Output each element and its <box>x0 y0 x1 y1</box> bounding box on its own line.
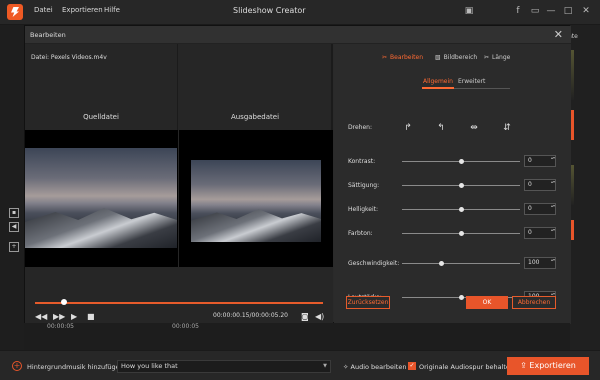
menu-hilfe[interactable]: Hilfe <box>104 6 120 14</box>
keep-audio-label: Originale Audiospur behalten <box>419 363 515 371</box>
subtab-erweitert[interactable]: Erweitert <box>458 78 485 85</box>
facebook-icon[interactable]: f <box>512 5 524 17</box>
music-label: Hintergrundmusik hinzufügen: <box>27 363 126 371</box>
value-stepper[interactable]: 0 <box>524 203 556 215</box>
slider-label: Helligkeit: <box>348 206 379 213</box>
slider-knob[interactable] <box>459 231 464 236</box>
slider-label: Farbton: <box>348 230 373 237</box>
output-video <box>179 130 333 267</box>
cart-icon[interactable]: ▣ <box>463 5 475 17</box>
menu-datei[interactable]: Datei <box>34 6 53 14</box>
play-icon[interactable]: ▶ <box>71 312 77 321</box>
settings-pane: ✂ Bearbeiten ▧ Bildbereich ✂ Länge Allgemei… <box>334 44 571 324</box>
minimize-icon[interactable]: — <box>545 5 557 17</box>
tab-laenge[interactable]: ✂ Länge <box>484 54 510 61</box>
audio-edit-icon: ✧ <box>343 363 351 371</box>
back-icon[interactable]: ◀ <box>9 222 19 232</box>
app-title: Slideshow Creator <box>233 6 306 15</box>
reset-button[interactable]: Zurücksetzen <box>346 296 390 309</box>
app-logo-icon <box>7 4 23 20</box>
slider-knob[interactable] <box>459 159 464 164</box>
slider-knob[interactable] <box>459 295 464 300</box>
file-name: Datei: Pexels Videos.m4v <box>31 54 107 61</box>
value-stepper[interactable]: 0 <box>524 155 556 167</box>
value-stepper[interactable]: 100 <box>524 257 556 269</box>
value-stepper[interactable]: 0 <box>524 227 556 239</box>
source-video <box>25 130 178 267</box>
adjust-slider[interactable] <box>402 207 520 212</box>
rewind-icon[interactable]: ◀◀ <box>35 312 47 321</box>
value-stepper[interactable]: 0 <box>524 179 556 191</box>
source-label: Quelldatei <box>83 113 119 121</box>
slider-label: Sättigung: <box>348 182 380 189</box>
lock-icon[interactable]: ▪ <box>9 208 19 218</box>
snapshot-icon[interactable]: ◙ <box>301 312 309 321</box>
left-toolbar: ▪ ◀ + <box>0 25 24 350</box>
crop-icon: ✂ <box>382 54 388 61</box>
adjust-slider[interactable] <box>402 231 520 236</box>
cancel-button[interactable]: Abbrechen <box>512 296 556 309</box>
slider-label: Geschwindigkeit: <box>348 260 400 267</box>
length-icon: ✂ <box>484 54 490 61</box>
fast-forward-icon[interactable]: ▶▶ <box>53 312 65 321</box>
adjust-slider[interactable] <box>402 261 520 266</box>
output-header: Ausgabedatei <box>179 44 332 140</box>
output-frame <box>191 160 321 242</box>
title-bar: Datei Exportieren Hilfe Slideshow Creato… <box>0 0 600 25</box>
export-button[interactable]: ⇪ Exportieren <box>507 357 589 375</box>
flip-vertical-icon[interactable]: ⇵ <box>501 122 513 134</box>
add-music-icon[interactable]: + <box>12 361 22 371</box>
flip-horizontal-icon[interactable]: ⇹ <box>468 122 480 134</box>
adjust-slider[interactable] <box>402 159 520 164</box>
rotate-right-icon[interactable]: ↱ <box>402 122 414 134</box>
rotate-left-icon[interactable]: ↰ <box>435 122 447 134</box>
time-display: 00:00:00.15/00:00:05.20 <box>213 312 288 319</box>
playback-progress[interactable] <box>35 302 323 304</box>
music-value: How you like that <box>121 362 178 370</box>
dialog-title: Bearbeiten <box>30 31 66 39</box>
timeline-time: 00:00:05 <box>172 323 199 330</box>
music-select[interactable]: How you like that ▼ <box>117 360 331 373</box>
dialog-header: Bearbeiten ✕ <box>25 26 571 44</box>
subtab-allgemein[interactable]: Allgemein <box>423 78 453 85</box>
timeline-time: 00:00:05 <box>47 323 74 330</box>
maximize-icon[interactable]: □ <box>562 5 574 17</box>
stop-icon[interactable]: ■ <box>87 312 95 321</box>
keep-audio-checkbox[interactable]: ✓ <box>408 362 416 370</box>
slider-label: Kontrast: <box>348 158 376 165</box>
slider-knob[interactable] <box>459 207 464 212</box>
slider-knob[interactable] <box>459 183 464 188</box>
tab-bearbeiten[interactable]: ✂ Bearbeiten <box>382 54 423 61</box>
slider-knob[interactable] <box>438 261 444 266</box>
add-folder-icon[interactable]: + <box>9 242 19 252</box>
ok-button[interactable]: OK <box>466 296 508 309</box>
close-icon[interactable]: ✕ <box>554 28 563 41</box>
feedback-icon[interactable]: ▭ <box>529 5 541 17</box>
edit-dialog: Bearbeiten ✕ Quelldatei Ausgabedatei Dat… <box>24 25 571 324</box>
rotate-label: Drehen: <box>348 124 372 131</box>
menu-exportieren[interactable]: Exportieren <box>62 6 103 14</box>
preview-pane: Quelldatei Ausgabedatei Datei: Pexels Vi… <box>25 44 333 324</box>
source-frame <box>25 148 177 248</box>
progress-knob[interactable] <box>60 299 67 305</box>
adjust-slider[interactable] <box>402 183 520 188</box>
chevron-down-icon: ▼ <box>323 363 327 369</box>
output-label: Ausgabedatei <box>230 113 280 121</box>
volume-icon[interactable]: ◀) <box>315 312 324 321</box>
timeline: 00:00:05 00:00:05 <box>24 323 570 350</box>
bottom-bar: + Hintergrundmusik hinzufügen: How you l… <box>0 350 600 380</box>
close-icon[interactable]: ✕ <box>580 5 592 17</box>
tab-bildbereich[interactable]: ▧ Bildbereich <box>435 54 477 61</box>
image-area-icon: ▧ <box>435 54 441 61</box>
audio-edit-button[interactable]: ✧ Audio bearbeiten <box>343 363 406 371</box>
app-window: Datei Exportieren Hilfe Slideshow Creato… <box>0 0 600 380</box>
